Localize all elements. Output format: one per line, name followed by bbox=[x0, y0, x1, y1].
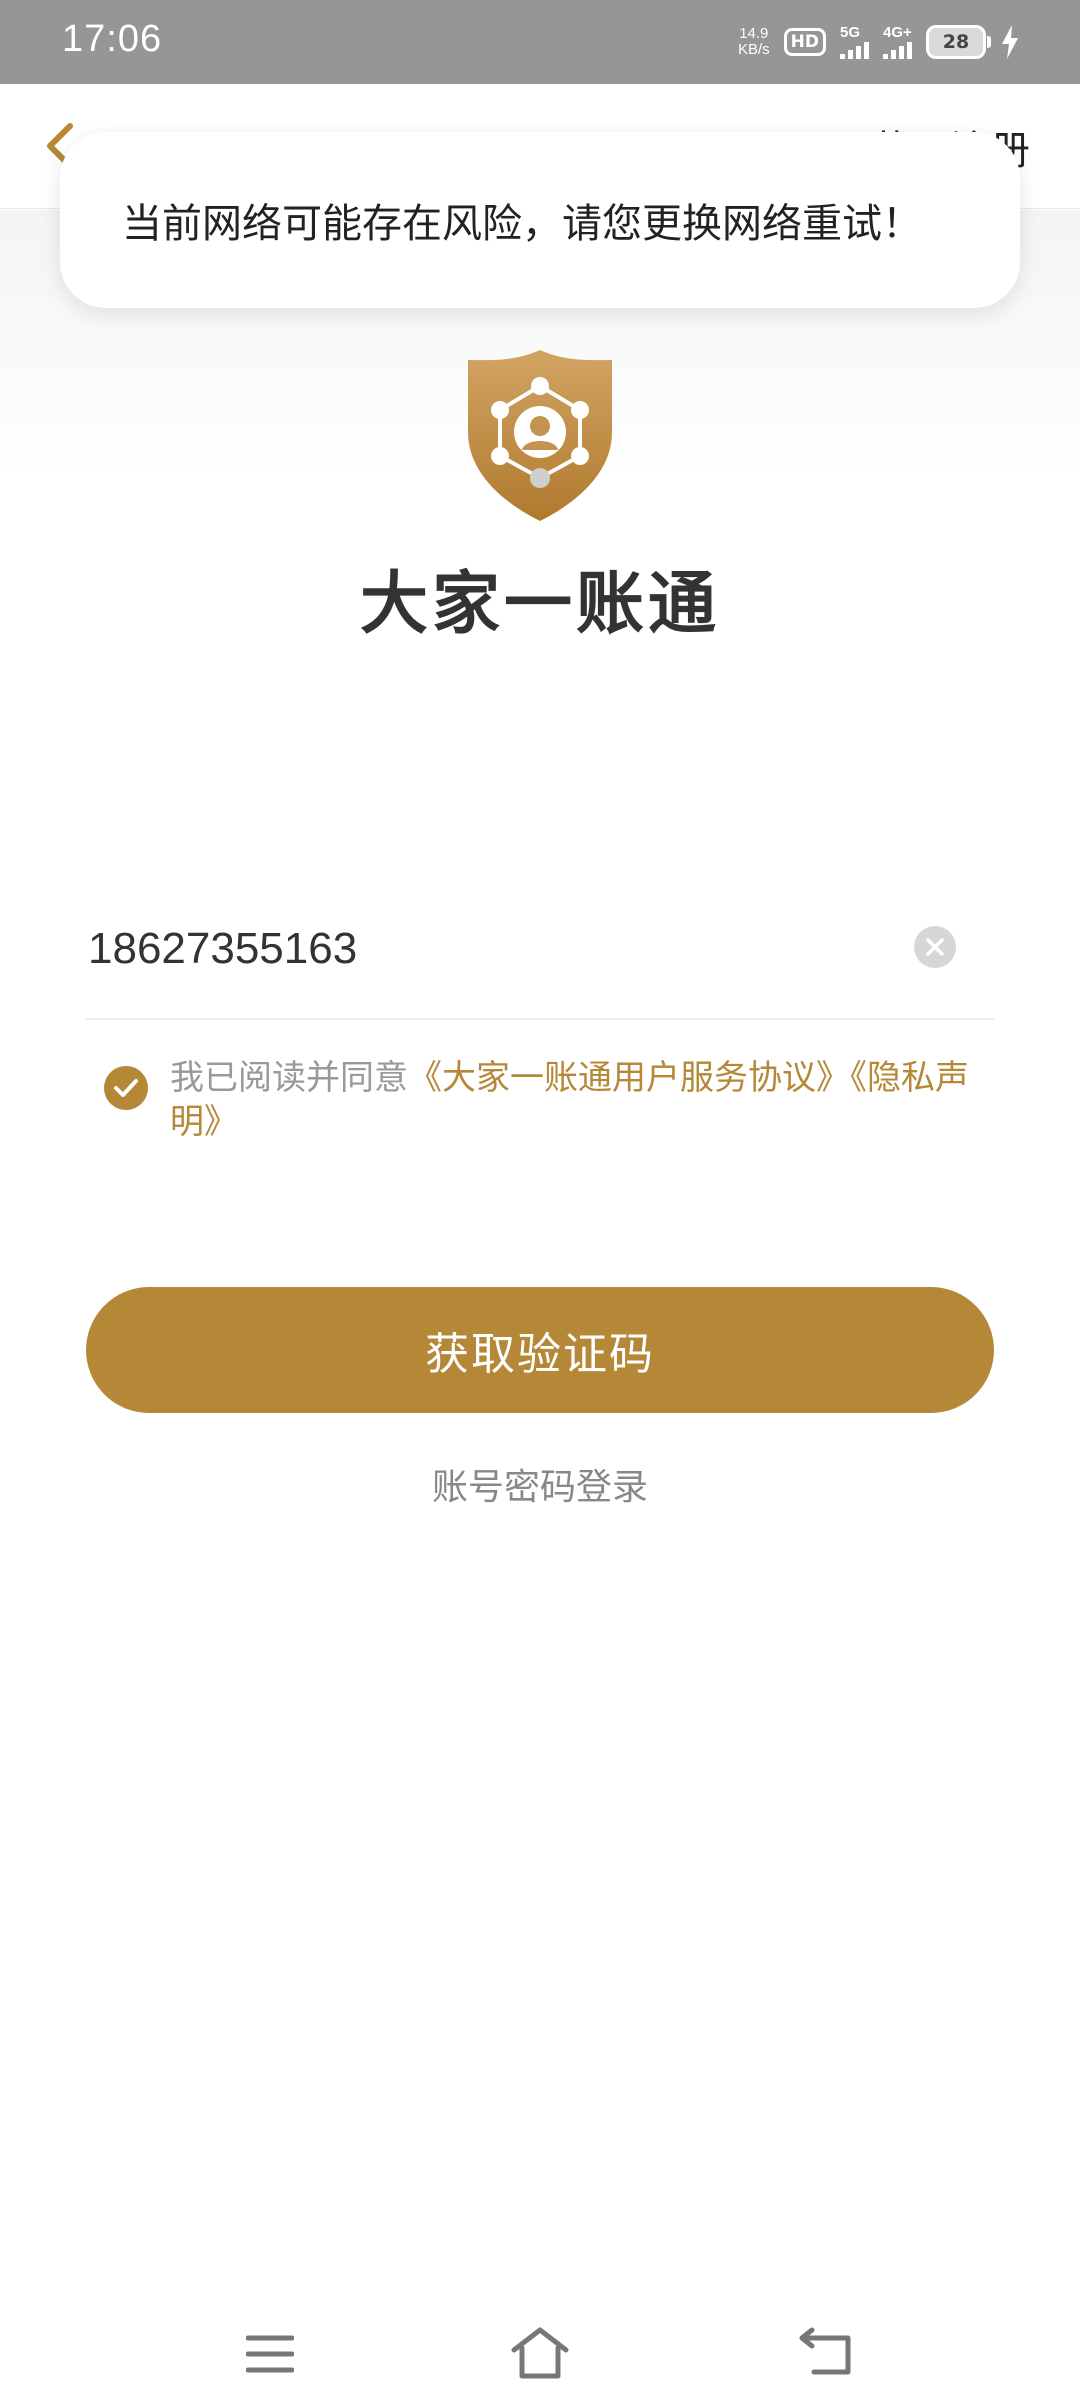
home-icon[interactable] bbox=[510, 2326, 570, 2380]
status-bar: 17:06 14.9 KB/s HD 5G 4G+ 28 bbox=[0, 0, 1080, 84]
get-code-button[interactable]: 获取验证码 bbox=[86, 1287, 994, 1413]
phone-field-row bbox=[86, 900, 994, 1020]
user-agreement-link[interactable]: 《大家一账通用户服务协议》 bbox=[408, 1058, 850, 1098]
system-nav-bar bbox=[0, 2300, 1080, 2408]
signal-4g-icon: 4G+ bbox=[883, 25, 912, 59]
back-icon[interactable] bbox=[798, 2326, 854, 2376]
battery-icon: 28 bbox=[926, 25, 991, 59]
signal-5g-icon: 5G bbox=[840, 25, 869, 59]
agreement-text: 我已阅读并同意《大家一账通用户服务协议》《隐私声明》 bbox=[170, 1058, 969, 1142]
app-title: 大家一账通 bbox=[359, 565, 720, 644]
network-risk-toast: 当前网络可能存在风险，请您更换网络重试！ bbox=[60, 132, 1020, 308]
menu-icon[interactable] bbox=[246, 2334, 294, 2374]
shield-logo-icon bbox=[468, 350, 612, 521]
check-icon[interactable] bbox=[104, 1066, 148, 1110]
hd-icon: HD bbox=[783, 28, 826, 56]
charging-icon bbox=[1002, 25, 1018, 59]
status-indicators: 14.9 KB/s HD 5G 4G+ 28 bbox=[738, 20, 1020, 64]
phone-input[interactable] bbox=[88, 916, 888, 982]
net-speed: 14.9 KB/s bbox=[737, 25, 770, 58]
clear-icon[interactable] bbox=[914, 926, 956, 968]
status-time: 17:06 bbox=[62, 18, 163, 60]
toast-message: 当前网络可能存在风险，请您更换网络重试！ bbox=[122, 201, 922, 247]
password-login-link[interactable]: 账号密码登录 bbox=[0, 1458, 1080, 1510]
